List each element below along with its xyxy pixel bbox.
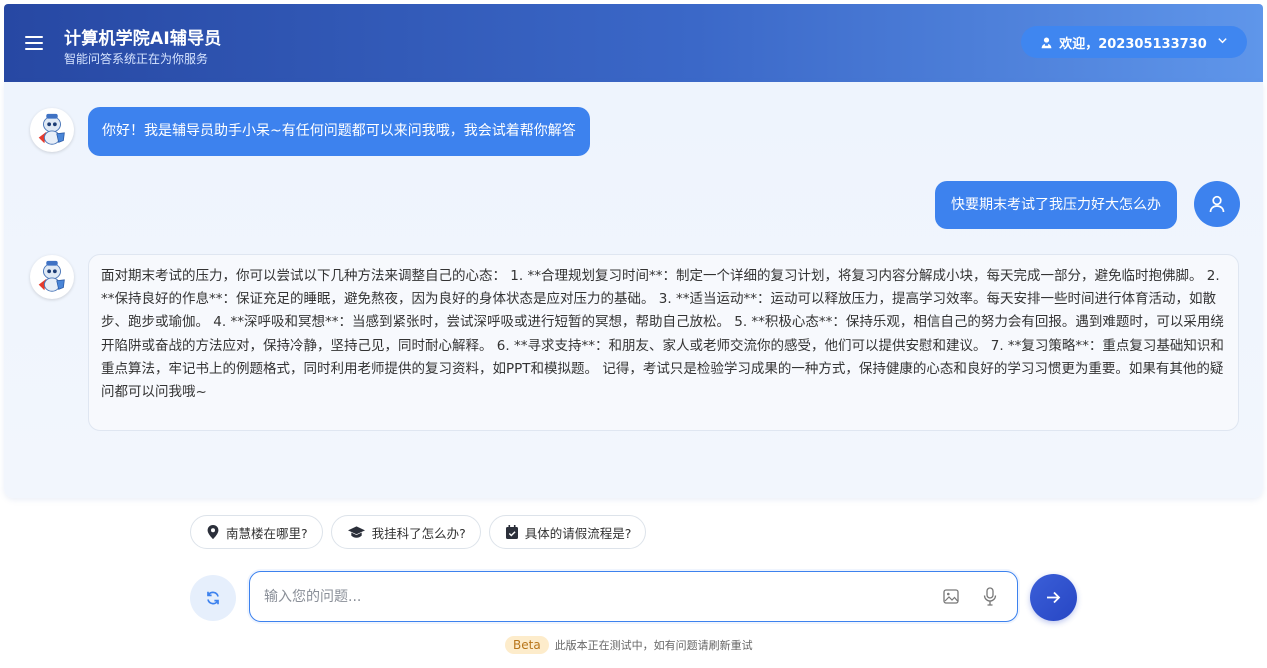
refresh-icon xyxy=(207,591,219,605)
suggestion-label: 南慧楼在哪里? xyxy=(226,525,308,541)
user-icon xyxy=(1209,195,1225,213)
bot-avatar xyxy=(30,108,74,152)
bot-avatar xyxy=(30,255,74,299)
calendar-check-icon xyxy=(505,525,518,539)
microphone-icon[interactable] xyxy=(983,587,997,610)
chevron-down-icon xyxy=(1217,35,1228,49)
graduation-cap-icon xyxy=(347,525,365,538)
app-title: 计算机学院AI辅导员 xyxy=(64,29,222,49)
suggestion-chip[interactable]: 具体的请假流程是? xyxy=(488,515,647,549)
footer-note: Beta 此版本正在测试中，如有问题请刷新重试 xyxy=(505,636,753,654)
bot-greeting-message: 你好！我是辅导员助手小呆~有任何问题都可以来问我哦，我会试着帮你解答 xyxy=(88,107,590,156)
robot-mascot-icon xyxy=(38,113,65,145)
user-badge-icon xyxy=(1041,36,1052,48)
bot-answer-message: 面对期末考试的压力，你可以尝试以下几种方法来调整自己的心态： 1. **合理规划… xyxy=(88,254,1239,431)
suggestion-chip[interactable]: 我挂科了怎么办? xyxy=(330,515,481,549)
suggestion-label: 具体的请假流程是? xyxy=(524,525,632,541)
robot-mascot-icon xyxy=(38,260,65,292)
question-input-box xyxy=(249,571,1018,622)
footer-text: 此版本正在测试中，如有问题请刷新重试 xyxy=(554,639,753,652)
location-pin-icon xyxy=(207,525,219,539)
welcome-text: 欢迎，202305133730 xyxy=(1059,36,1207,52)
suggestion-chip[interactable]: 南慧楼在哪里? xyxy=(190,515,323,549)
user-menu-button[interactable]: 欢迎，202305133730 xyxy=(1021,26,1247,58)
chat-area: 你好！我是辅导员助手小呆~有任何问题都可以来问我哦，我会试着帮你解答 快要期末考… xyxy=(4,82,1263,498)
beta-badge: Beta xyxy=(505,636,549,654)
suggestion-chips: 南慧楼在哪里? 我挂科了怎么办? 具体的请假流程是? xyxy=(190,515,647,549)
user-avatar xyxy=(1194,181,1240,227)
suggestion-label: 我挂科了怎么办? xyxy=(371,525,466,541)
app-subtitle: 智能问答系统正在为你服务 xyxy=(64,52,209,66)
image-upload-icon[interactable] xyxy=(943,589,959,608)
question-input[interactable] xyxy=(264,572,924,621)
arrow-right-icon xyxy=(1047,591,1061,604)
send-button[interactable] xyxy=(1030,574,1077,621)
user-message: 快要期末考试了我压力好大怎么办 xyxy=(935,181,1177,229)
refresh-button[interactable] xyxy=(190,575,236,621)
app-header: 计算机学院AI辅导员 智能问答系统正在为你服务 欢迎，202305133730 xyxy=(4,4,1263,82)
menu-icon[interactable] xyxy=(25,36,43,50)
